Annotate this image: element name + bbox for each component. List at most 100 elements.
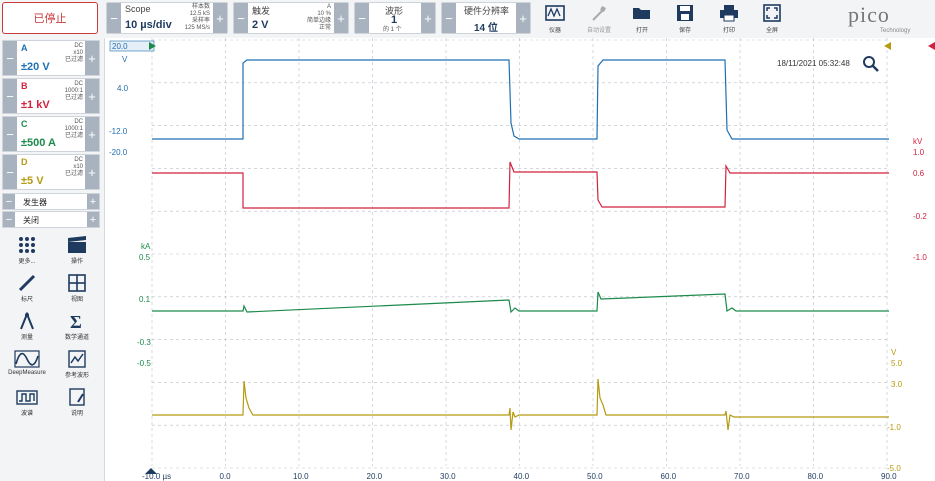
time-axis-label: 30.0 — [440, 472, 456, 481]
time-axis-label: 50.0 — [587, 472, 603, 481]
generator-off-row[interactable]: − 关闭 + — [2, 211, 100, 228]
channel-c-decrease-button[interactable]: − — [3, 117, 17, 151]
channel-b-tick-2: 0.6 — [913, 169, 925, 178]
channel-c-panel[interactable]: − C ±500 A DC 1000:1 已过滤 + — [2, 116, 100, 152]
waveform-value[interactable]: 1 — [391, 14, 397, 26]
channel-b-info: DC 1000:1 已过滤 — [64, 81, 83, 101]
ruler-icon — [18, 274, 36, 292]
generator-increase-button[interactable]: + — [87, 194, 99, 209]
channel-d-letter: D — [21, 157, 28, 167]
measure-button[interactable]: 测量 — [2, 312, 52, 346]
math-icon: Σ — [70, 312, 82, 330]
channel-a-top-label: 20.0 — [112, 42, 128, 51]
generator-off-label: 关闭 — [23, 216, 39, 225]
channel-d-panel[interactable]: − D ±5 V DC x10 已过滤 + — [2, 154, 100, 190]
actions-icon — [68, 236, 86, 253]
channel-a-decrease-button[interactable]: − — [3, 41, 17, 75]
channel-c-unit: kA — [141, 242, 151, 251]
channel-a-tick-3: -20.0 — [109, 148, 128, 157]
actions-button[interactable]: 操作 — [52, 236, 102, 270]
channel-d-increase-button[interactable]: + — [85, 155, 99, 189]
channel-a-panel[interactable]: − A ±20 V DC x10 已过滤 + — [2, 40, 100, 76]
trigger-decrease-button[interactable]: − — [234, 3, 248, 33]
waveform-sub: 的 1 个 — [383, 27, 402, 33]
generator-label: 发生器 — [23, 198, 47, 207]
channel-b-letter: B — [21, 81, 28, 91]
resolution-increase-button[interactable]: + — [516, 3, 530, 33]
time-axis-label: 20.0 — [367, 472, 383, 481]
timebase-increase-button[interactable]: + — [213, 3, 227, 33]
generator-off-decrease-button[interactable]: − — [3, 212, 15, 227]
channel-a-unit: V — [122, 55, 128, 64]
capture-timestamp: 18/11/2021 05:32:48 — [777, 59, 850, 68]
channel-d-range[interactable]: ±5 V — [21, 175, 44, 187]
math-channels-button[interactable]: Σ 数学通道 — [52, 312, 102, 346]
trigger-title: 触发 — [252, 6, 271, 16]
oscilloscope-plot[interactable]: 20.0 V 4.0 -12.0 -20.0 kA 0.5 0.1 -0.3 -… — [105, 38, 935, 481]
channel-c-increase-button[interactable]: + — [85, 117, 99, 151]
channel-d-tick-3: -1.0 — [887, 423, 901, 432]
channel-d-decrease-button[interactable]: − — [3, 155, 17, 189]
more-button[interactable]: 更多... — [2, 236, 52, 270]
notes-button[interactable]: 说明 — [52, 388, 102, 422]
channel-d-info: DC x10 已过滤 — [64, 157, 83, 177]
print-icon — [720, 5, 738, 22]
instrument-button[interactable]: 仪器 — [535, 2, 575, 36]
channel-b-decrease-button[interactable]: − — [3, 79, 17, 113]
save-button[interactable]: 保存 — [665, 2, 705, 36]
time-axis-label: 40.0 — [514, 472, 530, 481]
channel-a-tick-1: 4.0 — [117, 84, 129, 93]
channel-a-range[interactable]: ±20 V — [21, 61, 50, 73]
time-axis-label: 80.0 — [808, 472, 824, 481]
trigger-stepper: − 触发 2 V A 10 % 简单边缘 正常 + — [233, 2, 349, 34]
view-icon — [68, 274, 86, 292]
more-icon — [19, 237, 35, 253]
channel-d-tick-1: 5.0 — [891, 359, 903, 368]
channel-c-letter: C — [21, 119, 28, 129]
left-sidebar: − A ±20 V DC x10 已过滤 + − B ±1 kV DC 1000:1 已… — [0, 38, 105, 481]
reference-waveforms-button[interactable]: 参考波形 — [52, 350, 102, 384]
open-button[interactable]: 打开 — [622, 2, 662, 36]
run-stop-button[interactable]: 已停止 — [2, 2, 98, 34]
channel-b-panel[interactable]: − B ±1 kV DC 1000:1 已过滤 + — [2, 78, 100, 114]
deepmeasure-button[interactable]: DeepMeasure — [2, 350, 52, 384]
auto-setup-button[interactable]: 自动设置 — [579, 2, 619, 36]
timebase-title: Scope — [125, 4, 151, 14]
hw-resolution-stepper: − 硬件分辨率 14 位 + — [441, 2, 531, 34]
trigger-value[interactable]: 2 V — [252, 19, 269, 31]
spectrum-button[interactable]: 波谱 — [2, 388, 52, 422]
channel-b-tick-1: 1.0 — [913, 148, 925, 157]
time-axis-label: 60.0 — [661, 472, 677, 481]
trigger-increase-button[interactable]: + — [334, 3, 348, 33]
pico-logo-sub: Technology — [880, 28, 911, 34]
channel-b-unit: kV — [913, 137, 923, 146]
waveform-prev-button[interactable]: − — [355, 3, 369, 33]
waveform-next-button[interactable]: + — [421, 3, 435, 33]
generator-decrease-button[interactable]: − — [3, 194, 15, 209]
time-axis-label: 0.0 — [220, 472, 232, 481]
timebase-value[interactable]: 10 µs/div — [125, 19, 172, 31]
channel-a-letter: A — [21, 43, 28, 53]
channel-c-range[interactable]: ±500 A — [21, 137, 56, 149]
fullscreen-button[interactable]: 全屏 — [752, 2, 792, 36]
channel-c-tick-3: -0.3 — [137, 338, 151, 347]
timebase-info: 样本数 12.5 kS 采样率 125 MS/s — [184, 4, 210, 31]
resolution-value[interactable]: 14 位 — [474, 19, 498, 34]
measure-icon — [20, 312, 34, 330]
top-toolbar: 已停止 − Scope 10 µs/div 样本数 12.5 kS 采样率 125 M… — [0, 0, 935, 39]
timebase-decrease-button[interactable]: − — [107, 3, 121, 33]
channel-d-tick-2: 3.0 — [891, 380, 903, 389]
reference-icon — [68, 350, 86, 368]
channel-b-range[interactable]: ±1 kV — [21, 99, 50, 111]
print-button[interactable]: 打印 — [709, 2, 749, 36]
view-button[interactable]: 视图 — [52, 274, 102, 308]
generator-off-increase-button[interactable]: + — [87, 212, 99, 227]
channel-a-increase-button[interactable]: + — [85, 41, 99, 75]
channel-d-unit: V — [891, 348, 897, 357]
rulers-button[interactable]: 标尺 — [2, 274, 52, 308]
channel-b-increase-button[interactable]: + — [85, 79, 99, 113]
timebase-stepper: − Scope 10 µs/div 样本数 12.5 kS 采样率 125 MS/s … — [106, 2, 228, 34]
generator-row[interactable]: − 发生器 + — [2, 193, 100, 210]
resolution-decrease-button[interactable]: − — [442, 3, 456, 33]
notes-icon — [69, 388, 85, 406]
